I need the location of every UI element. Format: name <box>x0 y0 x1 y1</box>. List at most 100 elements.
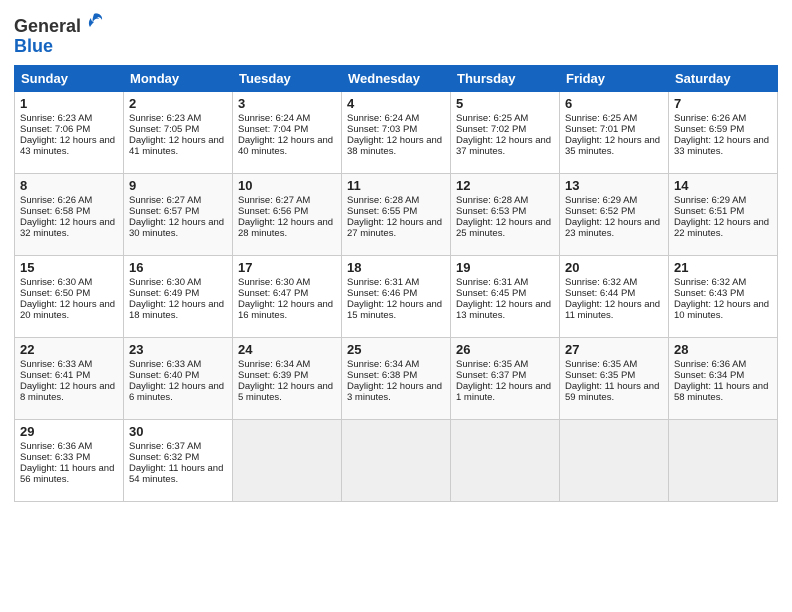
sunrise: Sunrise: 6:25 AM <box>565 113 637 124</box>
daylight: Daylight: 12 hours and 5 minutes. <box>238 381 333 403</box>
day-number: 30 <box>129 424 227 439</box>
sunset: Sunset: 6:46 PM <box>347 288 417 299</box>
sunset: Sunset: 6:57 PM <box>129 206 199 217</box>
sunrise: Sunrise: 6:28 AM <box>347 195 419 206</box>
sunset: Sunset: 6:55 PM <box>347 206 417 217</box>
sunset: Sunset: 6:44 PM <box>565 288 635 299</box>
sunrise: Sunrise: 6:32 AM <box>674 277 746 288</box>
sunrise: Sunrise: 6:27 AM <box>238 195 310 206</box>
weekday-header: Thursday <box>451 65 560 91</box>
daylight: Daylight: 12 hours and 28 minutes. <box>238 217 333 239</box>
calendar-cell: 20Sunrise: 6:32 AMSunset: 6:44 PMDayligh… <box>560 255 669 337</box>
daylight: Daylight: 12 hours and 18 minutes. <box>129 299 224 321</box>
sunrise: Sunrise: 6:36 AM <box>20 441 92 452</box>
day-number: 12 <box>456 178 554 193</box>
calendar-cell <box>669 419 778 501</box>
sunset: Sunset: 6:39 PM <box>238 370 308 381</box>
calendar-cell <box>451 419 560 501</box>
calendar-cell: 13Sunrise: 6:29 AMSunset: 6:52 PMDayligh… <box>560 173 669 255</box>
header: General Blue <box>14 10 778 57</box>
sunset: Sunset: 6:51 PM <box>674 206 744 217</box>
daylight: Daylight: 12 hours and 30 minutes. <box>129 217 224 239</box>
sunrise: Sunrise: 6:30 AM <box>20 277 92 288</box>
sunrise: Sunrise: 6:34 AM <box>238 359 310 370</box>
calendar-cell: 9Sunrise: 6:27 AMSunset: 6:57 PMDaylight… <box>124 173 233 255</box>
day-number: 15 <box>20 260 118 275</box>
daylight: Daylight: 12 hours and 43 minutes. <box>20 135 115 157</box>
daylight: Daylight: 12 hours and 16 minutes. <box>238 299 333 321</box>
sunset: Sunset: 6:47 PM <box>238 288 308 299</box>
sunrise: Sunrise: 6:23 AM <box>129 113 201 124</box>
sunset: Sunset: 6:45 PM <box>456 288 526 299</box>
day-number: 11 <box>347 178 445 193</box>
sunrise: Sunrise: 6:24 AM <box>238 113 310 124</box>
logo: General Blue <box>14 10 105 57</box>
sunset: Sunset: 6:53 PM <box>456 206 526 217</box>
day-number: 8 <box>20 178 118 193</box>
day-number: 14 <box>674 178 772 193</box>
sunrise: Sunrise: 6:24 AM <box>347 113 419 124</box>
daylight: Daylight: 11 hours and 58 minutes. <box>674 381 768 403</box>
calendar-cell <box>233 419 342 501</box>
sunset: Sunset: 6:52 PM <box>565 206 635 217</box>
calendar-table: SundayMondayTuesdayWednesdayThursdayFrid… <box>14 65 778 502</box>
calendar-cell: 23Sunrise: 6:33 AMSunset: 6:40 PMDayligh… <box>124 337 233 419</box>
daylight: Daylight: 12 hours and 38 minutes. <box>347 135 442 157</box>
daylight: Daylight: 11 hours and 54 minutes. <box>129 463 223 485</box>
day-number: 2 <box>129 96 227 111</box>
calendar-cell: 30Sunrise: 6:37 AMSunset: 6:32 PMDayligh… <box>124 419 233 501</box>
calendar-cell: 19 Sunrise: 6:31 AMSunset: 6:45 PMDayligh… <box>451 255 560 337</box>
day-number: 18 <box>347 260 445 275</box>
calendar-cell: 28Sunrise: 6:36 AMSunset: 6:34 PMDayligh… <box>669 337 778 419</box>
day-number: 19 <box>456 260 554 275</box>
sunset: Sunset: 6:33 PM <box>20 452 90 463</box>
daylight: Daylight: 12 hours and 22 minutes. <box>674 217 769 239</box>
daylight: Daylight: 12 hours and 41 minutes. <box>129 135 224 157</box>
sunrise: Sunrise: 6:33 AM <box>129 359 201 370</box>
weekday-header: Sunday <box>15 65 124 91</box>
day-number: 9 <box>129 178 227 193</box>
calendar-cell: 16Sunrise: 6:30 AMSunset: 6:49 PMDayligh… <box>124 255 233 337</box>
sunrise: Sunrise: 6:29 AM <box>674 195 746 206</box>
sunrise: Sunrise: 6:31 AM <box>456 277 528 288</box>
daylight: Daylight: 12 hours and 13 minutes. <box>456 299 551 321</box>
sunset: Sunset: 7:06 PM <box>20 124 90 135</box>
sunset: Sunset: 7:03 PM <box>347 124 417 135</box>
sunset: Sunset: 6:41 PM <box>20 370 90 381</box>
page-container: General Blue SundayMondayTuesdayWednesda… <box>0 0 792 512</box>
weekday-header: Wednesday <box>342 65 451 91</box>
sunset: Sunset: 7:05 PM <box>129 124 199 135</box>
calendar-cell: 12 Sunrise: 6:28 AMSunset: 6:53 PMDayligh… <box>451 173 560 255</box>
day-number: 22 <box>20 342 118 357</box>
sunrise: Sunrise: 6:28 AM <box>456 195 528 206</box>
day-number: 16 <box>129 260 227 275</box>
sunrise: Sunrise: 6:30 AM <box>129 277 201 288</box>
daylight: Daylight: 11 hours and 56 minutes. <box>20 463 114 485</box>
calendar-cell: 11Sunrise: 6:28 AMSunset: 6:55 PMDayligh… <box>342 173 451 255</box>
sunrise: Sunrise: 6:25 AM <box>456 113 528 124</box>
sunset: Sunset: 6:34 PM <box>674 370 744 381</box>
sunset: Sunset: 6:59 PM <box>674 124 744 135</box>
daylight: Daylight: 12 hours and 15 minutes. <box>347 299 442 321</box>
day-number: 27 <box>565 342 663 357</box>
daylight: Daylight: 12 hours and 20 minutes. <box>20 299 115 321</box>
sunrise: Sunrise: 6:26 AM <box>674 113 746 124</box>
calendar-cell: 27Sunrise: 6:35 AMSunset: 6:35 PMDayligh… <box>560 337 669 419</box>
weekday-header: Monday <box>124 65 233 91</box>
day-number: 5 <box>456 96 554 111</box>
daylight: Daylight: 12 hours and 25 minutes. <box>456 217 551 239</box>
sunrise: Sunrise: 6:30 AM <box>238 277 310 288</box>
calendar-cell <box>560 419 669 501</box>
day-number: 7 <box>674 96 772 111</box>
calendar-cell: 6Sunrise: 6:25 AMSunset: 7:01 PMDaylight… <box>560 91 669 173</box>
sunset: Sunset: 7:02 PM <box>456 124 526 135</box>
calendar-cell: 1Sunrise: 6:23 AMSunset: 7:06 PMDaylight… <box>15 91 124 173</box>
sunset: Sunset: 6:43 PM <box>674 288 744 299</box>
daylight: Daylight: 12 hours and 32 minutes. <box>20 217 115 239</box>
calendar-cell <box>342 419 451 501</box>
day-number: 25 <box>347 342 445 357</box>
calendar-cell: 10Sunrise: 6:27 AMSunset: 6:56 PMDayligh… <box>233 173 342 255</box>
calendar-cell: 4Sunrise: 6:24 AMSunset: 7:03 PMDaylight… <box>342 91 451 173</box>
calendar-cell: 2 Sunrise: 6:23 AMSunset: 7:05 PMDaylight… <box>124 91 233 173</box>
day-number: 10 <box>238 178 336 193</box>
